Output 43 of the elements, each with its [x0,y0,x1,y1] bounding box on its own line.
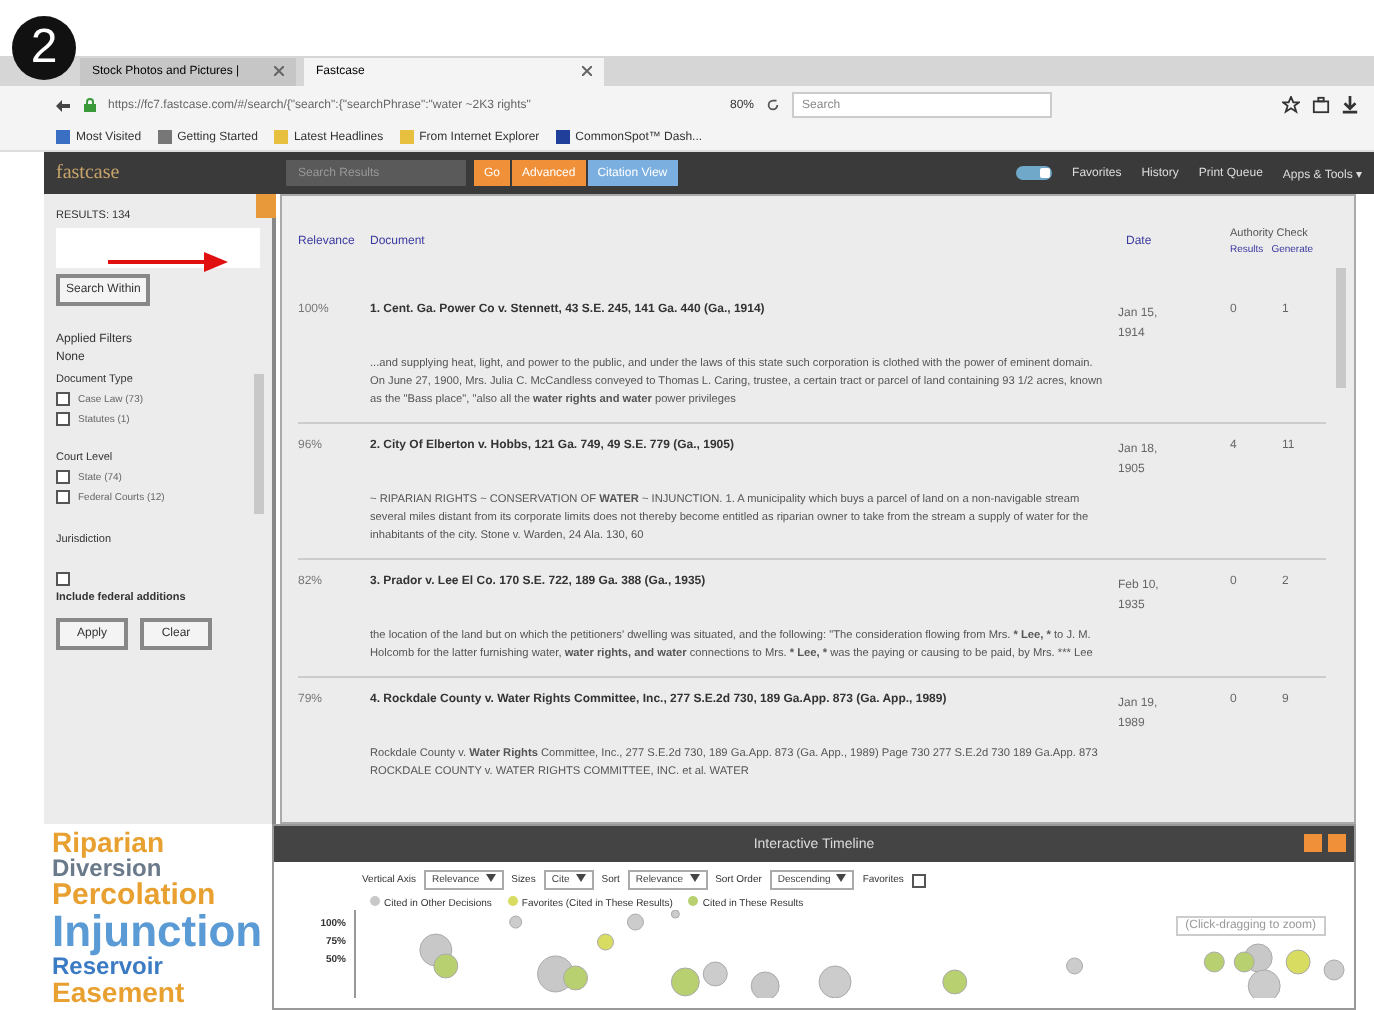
briefcase-icon[interactable] [1312,96,1330,114]
back-icon[interactable] [56,97,72,113]
lock-icon [84,98,96,112]
search-within-field[interactable] [56,228,260,269]
word-cloud-term[interactable]: Reservoir [52,954,163,979]
caret-icon [575,874,586,883]
bubble[interactable] [670,910,680,919]
bubble[interactable] [1285,949,1311,975]
bubble[interactable] [1247,969,1281,999]
bubble[interactable] [818,965,852,999]
bubble[interactable] [942,969,968,995]
bubble[interactable] [563,965,589,991]
bubble[interactable] [433,953,459,979]
bubble[interactable] [1323,959,1345,981]
close-icon[interactable] [274,66,284,77]
checkbox[interactable] [56,572,70,587]
scrollbar[interactable] [1336,268,1346,389]
checkbox[interactable] [911,873,926,888]
app-logo: fastcase [56,162,122,185]
bubble[interactable] [750,971,780,999]
scrollbar[interactable] [254,374,264,515]
reload-icon[interactable] [766,98,781,112]
bubble[interactable] [1066,957,1084,975]
bubble[interactable] [702,961,728,987]
collapse-tab[interactable] [256,194,276,219]
bubble[interactable] [509,915,523,929]
checkbox[interactable] [56,412,70,427]
star-icon[interactable] [1282,96,1300,114]
caret-icon [485,874,496,883]
bubble[interactable] [1233,951,1255,973]
checkbox[interactable] [56,490,70,505]
caret-icon [836,874,847,883]
arrow-icon [108,252,228,273]
bubble[interactable] [670,967,700,997]
step-number-badge: 2 [12,16,76,80]
checkbox[interactable] [56,392,70,407]
caret-icon [689,874,700,883]
toggle-switch[interactable] [1016,166,1053,181]
close-icon[interactable] [582,66,592,77]
checkbox[interactable] [56,470,70,485]
word-cloud-term[interactable]: Diversion [52,856,162,881]
bubble[interactable] [1203,951,1225,973]
download-icon[interactable] [1342,96,1358,114]
